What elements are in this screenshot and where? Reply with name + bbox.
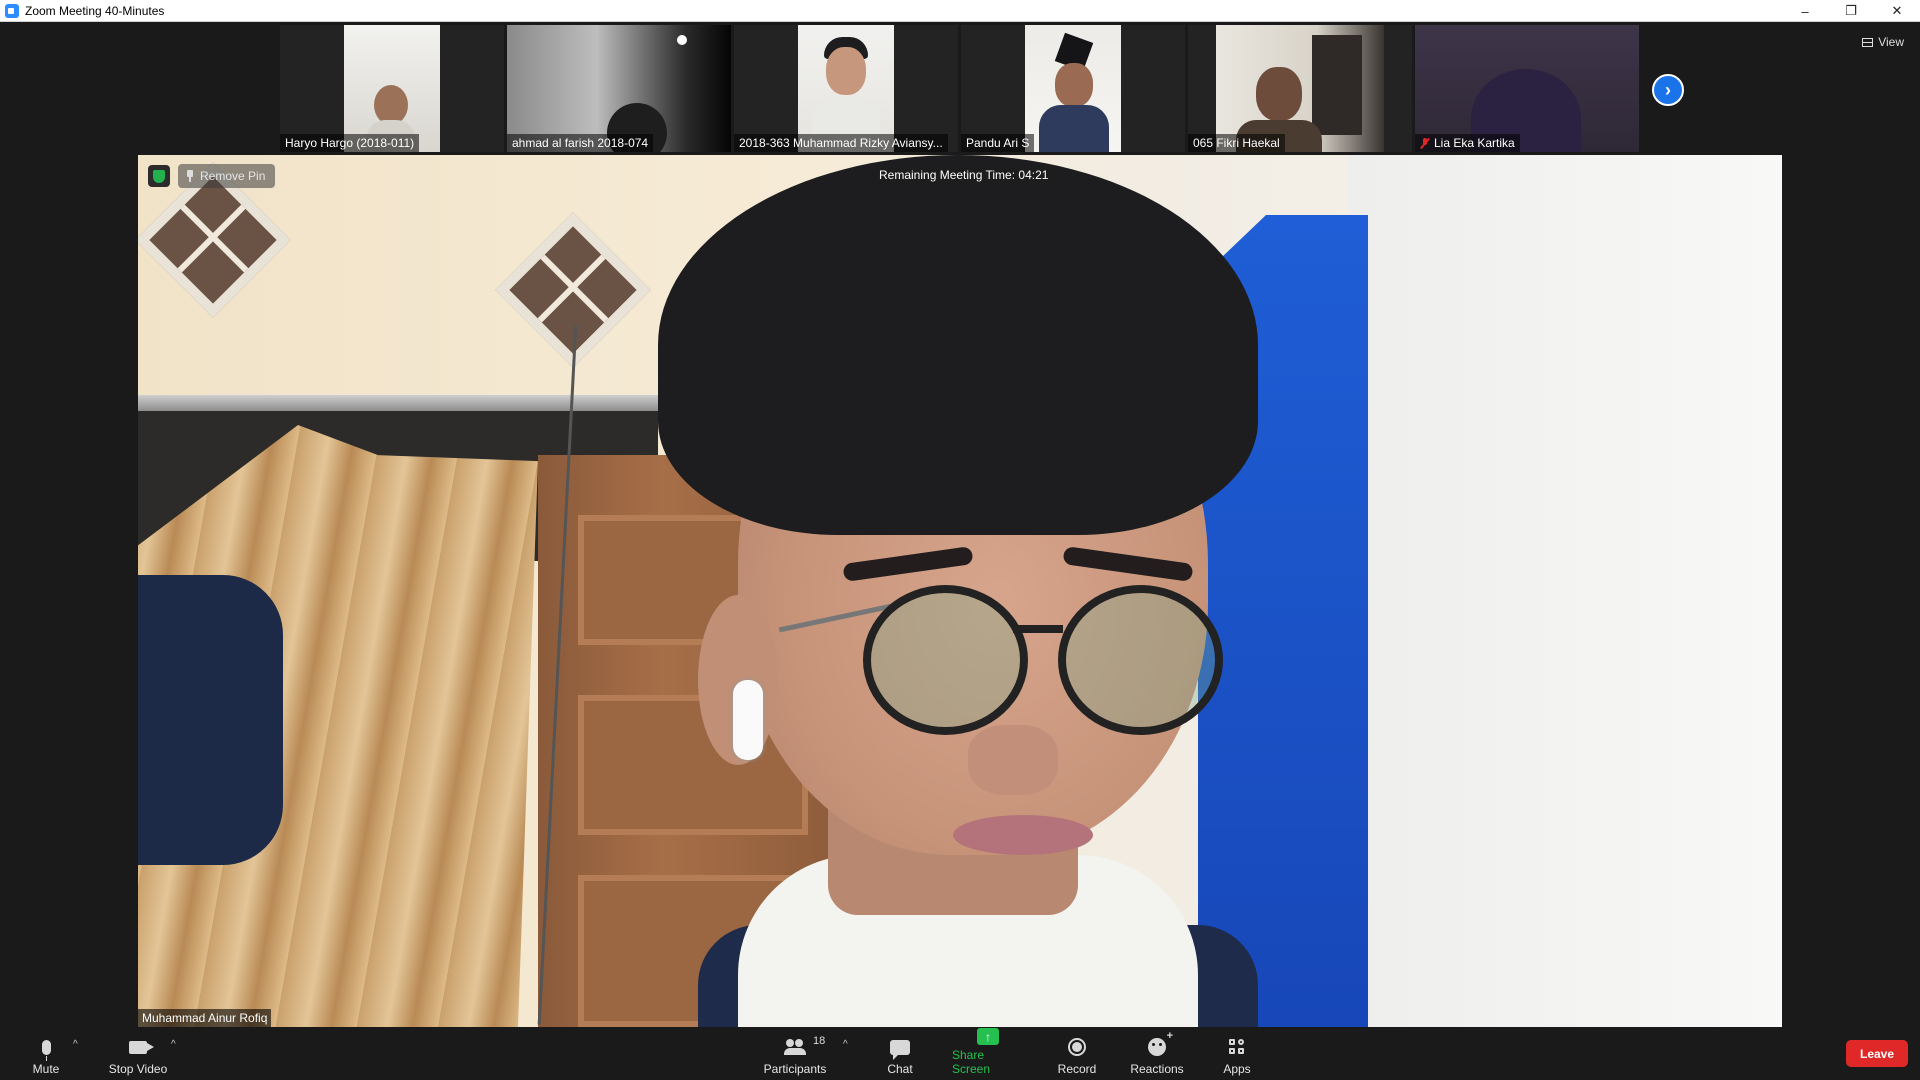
glasses-lens [863, 585, 1028, 735]
title-bar: Zoom Meeting 40-Minutes – ❐ ✕ [0, 0, 1920, 22]
active-speaker-video: Remove Pin Remaining Meeting Time: 04:21… [138, 155, 1782, 1027]
mute-button[interactable]: Mute [30, 1032, 62, 1076]
audio-options-caret-icon[interactable]: ^ [73, 1039, 78, 1050]
record-icon [1068, 1038, 1086, 1056]
participant-video [1415, 25, 1639, 152]
remove-pin-button[interactable]: Remove Pin [178, 164, 276, 188]
participants-options-caret-icon[interactable]: ^ [843, 1039, 848, 1050]
participant-tile[interactable]: 065 Fikri Haekal [1188, 25, 1412, 152]
encryption-shield-icon[interactable] [148, 165, 170, 187]
share-screen-icon: ↑ [977, 1028, 999, 1045]
remaining-time-label: Remaining Meeting Time: 04:21 [875, 165, 1053, 185]
reactions-button[interactable]: Reactions [1128, 1030, 1186, 1076]
participant-name: Pandu Ari S [961, 134, 1035, 152]
participant-video [507, 25, 731, 152]
stop-video-button[interactable]: Stop Video [106, 1032, 170, 1076]
muted-mic-icon [1420, 138, 1430, 148]
view-grid-icon [1862, 37, 1874, 47]
participant-name: ahmad al farish 2018-074 [507, 134, 654, 152]
earbud [733, 680, 763, 760]
mute-label: Mute [32, 1062, 60, 1076]
participants-count: 18 [813, 1035, 826, 1047]
zoom-app-icon [5, 3, 19, 18]
meeting-toolbar: Mute ^ Stop Video ^ 18 Participants ^ Ch… [0, 1027, 1920, 1080]
reactions-label: Reactions [1130, 1062, 1184, 1076]
participant-video [344, 25, 440, 152]
speaker-name: Muhammad Ainur Rofiq [138, 1009, 272, 1027]
record-label: Record [1057, 1062, 1097, 1076]
chat-label: Chat [887, 1062, 913, 1076]
share-screen-label: Share Screen [952, 1048, 991, 1076]
window-title: Zoom Meeting 40-Minutes [25, 3, 165, 18]
view-button[interactable]: View [1862, 32, 1904, 52]
stop-video-label: Stop Video [108, 1062, 168, 1076]
participant-video [1025, 25, 1121, 152]
microphone-icon [41, 1039, 51, 1061]
participant-tile[interactable]: 2018-363 Muhammad Rizky Aviansy... [734, 25, 958, 152]
participants-label: Participants [763, 1062, 827, 1076]
close-button[interactable]: ✕ [1874, 0, 1920, 22]
share-screen-button[interactable]: ↑ Share Screen [952, 1028, 1024, 1076]
participant-name: Haryo Hargo (2018-011) [280, 134, 420, 152]
restore-button[interactable]: ❐ [1828, 0, 1874, 22]
participant-name: Lia Eka Kartika [1415, 134, 1520, 152]
video-camera-icon [129, 1040, 147, 1054]
window-controls: – ❐ ✕ [1782, 0, 1920, 22]
video-options-caret-icon[interactable]: ^ [171, 1039, 176, 1050]
record-button[interactable]: Record [1056, 1032, 1098, 1076]
view-label: View [1878, 35, 1904, 49]
apps-label: Apps [1223, 1062, 1251, 1076]
chat-button[interactable]: Chat [884, 1032, 916, 1076]
glasses-lens [1058, 585, 1223, 735]
participants-icon [784, 1039, 806, 1055]
remove-pin-label: Remove Pin [200, 169, 266, 183]
participant-filmstrip: Haryo Hargo (2018-011) ahmad al farish 2… [0, 22, 1920, 154]
participant-tile[interactable]: ahmad al farish 2018-074 [507, 25, 731, 152]
speaker-person [618, 155, 1318, 1027]
participant-name-text: Lia Eka Kartika [1434, 136, 1515, 150]
pin-icon [186, 170, 194, 182]
participant-name: 065 Fikri Haekal [1188, 134, 1285, 152]
participant-tile[interactable]: Lia Eka Kartika [1415, 25, 1639, 152]
chevron-right-icon: › [1665, 79, 1671, 100]
participant-name: 2018-363 Muhammad Rizky Aviansy... [734, 134, 948, 152]
chat-icon [890, 1039, 910, 1060]
reactions-smiley-icon [1148, 1030, 1173, 1056]
participant-video [1216, 25, 1384, 152]
participants-button[interactable]: 18 Participants [762, 1032, 828, 1076]
participant-tile[interactable]: Haryo Hargo (2018-011) [280, 25, 504, 152]
minimize-button[interactable]: – [1782, 0, 1828, 22]
participant-tile[interactable]: Pandu Ari S [961, 25, 1185, 152]
leave-button[interactable]: Leave [1846, 1040, 1908, 1067]
next-page-button[interactable]: › [1652, 74, 1684, 106]
apps-button[interactable]: Apps [1220, 1032, 1254, 1076]
participant-video [798, 25, 894, 152]
apps-icon [1229, 1039, 1245, 1055]
